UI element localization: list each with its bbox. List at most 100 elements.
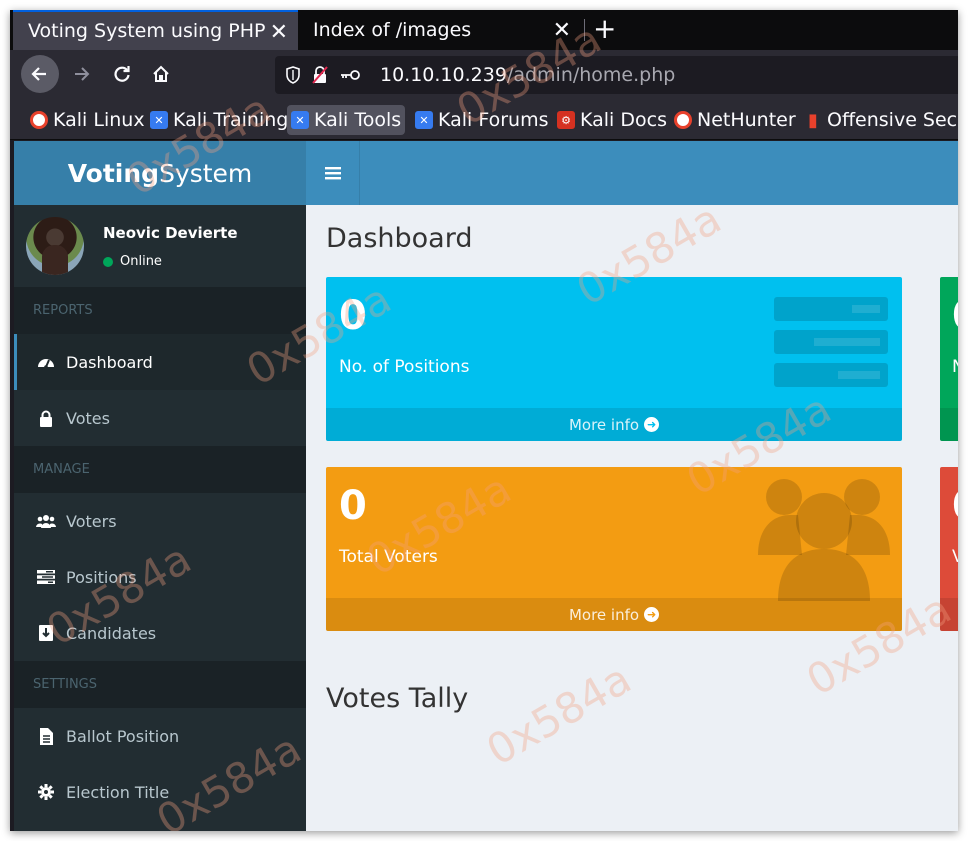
forward-button[interactable] — [63, 56, 99, 92]
lock-icon — [36, 410, 56, 427]
bookmark-nethunter[interactable]: NetHunter — [670, 105, 800, 135]
bookmark-kali-tools[interactable]: ✕ Kali Tools — [287, 105, 406, 135]
more-info-link[interactable] — [940, 598, 958, 631]
close-tab-icon[interactable]: ✕ — [553, 18, 571, 43]
sidebar-item-label: Voters — [66, 511, 117, 531]
main-content: Dashboard 0 No. of Positions More info ➜ … — [306, 205, 958, 831]
sidebar-header-reports: REPORTS — [14, 287, 306, 334]
url-path: /admin/home.php — [506, 64, 676, 86]
bookmark-label: NetHunter — [697, 109, 796, 131]
tab-index-images[interactable]: Index of /images ✕ — [298, 10, 581, 50]
reload-button[interactable] — [104, 56, 140, 92]
home-icon — [153, 65, 169, 82]
stat-value: 0 — [952, 483, 958, 529]
sidebar-header-manage: MANAGE — [14, 446, 306, 493]
voted-stat-box: 0 V — [940, 467, 958, 631]
offensive-security-icon: ▮ — [808, 109, 818, 131]
candidates-stat-box: 0 N — [940, 277, 958, 441]
bookmark-label: Kali Linux — [53, 109, 145, 131]
sidebar-item-positions[interactable]: Positions — [14, 549, 306, 605]
sidebar-item-election-title[interactable]: Election Title — [14, 764, 306, 820]
dashboard-icon — [36, 354, 56, 370]
kali-forums-icon: ✕ — [415, 111, 433, 129]
more-info-label: More info — [568, 605, 640, 624]
bookmark-kali-forums[interactable]: ✕ Kali Forums — [411, 105, 553, 135]
sidebar-item-label: Ballot Position — [66, 726, 180, 746]
bookmark-kali-linux[interactable]: Kali Linux — [26, 105, 149, 135]
bookmark-label: Kali Forums — [438, 109, 549, 131]
reload-icon — [114, 66, 130, 82]
sidebar-item-dashboard[interactable]: Dashboard — [14, 334, 306, 390]
shield-icon — [286, 66, 300, 84]
hamburger-menu-icon — [325, 167, 341, 180]
sidebar-item-votes[interactable]: Votes — [14, 390, 306, 446]
back-arrow-icon — [31, 67, 46, 81]
url-host: 10.10.10.239 — [380, 64, 507, 86]
sidebar-item-label: Votes — [66, 408, 110, 428]
logo-bold: Voting — [67, 158, 160, 188]
forward-arrow-icon — [75, 67, 90, 81]
voters-stat-box: 0 Total Voters More info ➜ — [326, 467, 902, 631]
url-bar[interactable]: 10.10.10.239/admin/home.php — [275, 56, 958, 94]
bookmark-label: Kali Tools — [314, 109, 402, 131]
more-info-label: More info — [568, 415, 640, 434]
user-panel: Neovic Devierte Online — [14, 205, 306, 287]
more-info-link[interactable]: More info ➜ — [326, 408, 902, 441]
kali-docs-icon: ⚙ — [557, 111, 575, 129]
arrow-circle-right-icon: ➜ — [644, 607, 660, 622]
users-background-icon — [758, 479, 890, 601]
tab-title: Index of /images — [313, 19, 472, 41]
sidebar-item-label: Positions — [66, 567, 137, 587]
bookmark-label: Kali Docs — [580, 109, 667, 131]
stat-label: V — [952, 547, 958, 567]
bookmark-kali-training[interactable]: ✕ Kali Training — [146, 105, 292, 135]
sidebar-toggle-button[interactable] — [318, 159, 348, 187]
avatar — [26, 217, 84, 275]
home-button[interactable] — [143, 56, 179, 92]
tab-separator — [584, 19, 585, 41]
tab-strip: Voting System using PHP ✕ Index of /imag… — [10, 10, 958, 50]
stat-label: Total Voters — [339, 547, 438, 567]
bookmark-offensive-security[interactable]: ▮ Offensive Secur — [800, 105, 958, 135]
app-logo[interactable]: Voting System — [14, 141, 306, 205]
more-info-link[interactable] — [940, 408, 958, 441]
bookmark-label: Kali Training — [173, 109, 289, 131]
user-name: Neovic Devierte — [103, 224, 238, 242]
sidebar-item-voters[interactable]: Voters — [14, 493, 306, 549]
bookmark-label: Offensive Secur — [827, 109, 958, 131]
kali-linux-icon — [30, 111, 48, 129]
cog-icon — [36, 784, 56, 800]
navigation-bar: 10.10.10.239/admin/home.php — [10, 50, 958, 100]
key-icon — [341, 70, 360, 80]
sidebar: Neovic Devierte Online REPORTS Dashboard… — [14, 205, 306, 831]
sidebar-item-candidates[interactable]: Candidates — [14, 605, 306, 661]
web-page: Voting System Neovic Devierte Online REPO… — [14, 141, 958, 831]
bookmarks-toolbar: Kali Linux ✕ Kali Training ✕ Kali Tools ✕ K… — [10, 100, 958, 140]
candidates-icon — [36, 625, 56, 641]
tab-voting-system[interactable]: Voting System using PHP ✕ — [13, 10, 298, 50]
page-title: Dashboard — [326, 223, 473, 254]
status-label: Online — [120, 254, 162, 269]
stat-label: N — [952, 357, 958, 377]
close-tab-icon[interactable]: ✕ — [270, 20, 288, 45]
more-info-link[interactable]: More info ➜ — [326, 598, 902, 631]
votes-tally-title: Votes Tally — [326, 683, 469, 714]
tab-title: Voting System using PHP — [28, 20, 266, 42]
stat-label: No. of Positions — [339, 357, 470, 377]
back-button[interactable] — [21, 55, 59, 93]
kali-tools-icon: ✕ — [291, 111, 309, 129]
tasks-icon — [36, 570, 56, 584]
stat-value: 0 — [339, 293, 367, 339]
user-status[interactable]: Online — [103, 254, 162, 269]
sidebar-item-ballot-position[interactable]: Ballot Position — [14, 708, 306, 764]
url-security-icons — [285, 66, 380, 84]
bookmark-kali-docs[interactable]: ⚙ Kali Docs — [553, 105, 671, 135]
topnav-separator — [359, 141, 360, 205]
new-tab-button[interactable]: + — [593, 14, 616, 44]
stat-value: 0 — [952, 293, 958, 339]
sidebar-item-label: Dashboard — [66, 352, 153, 372]
browser-window: Voting System using PHP ✕ Index of /imag… — [10, 10, 958, 831]
sidebar-header-settings: SETTINGS — [14, 661, 306, 708]
arrow-circle-right-icon: ➜ — [644, 417, 660, 432]
positions-stat-box: 0 No. of Positions More info ➜ — [326, 277, 902, 441]
